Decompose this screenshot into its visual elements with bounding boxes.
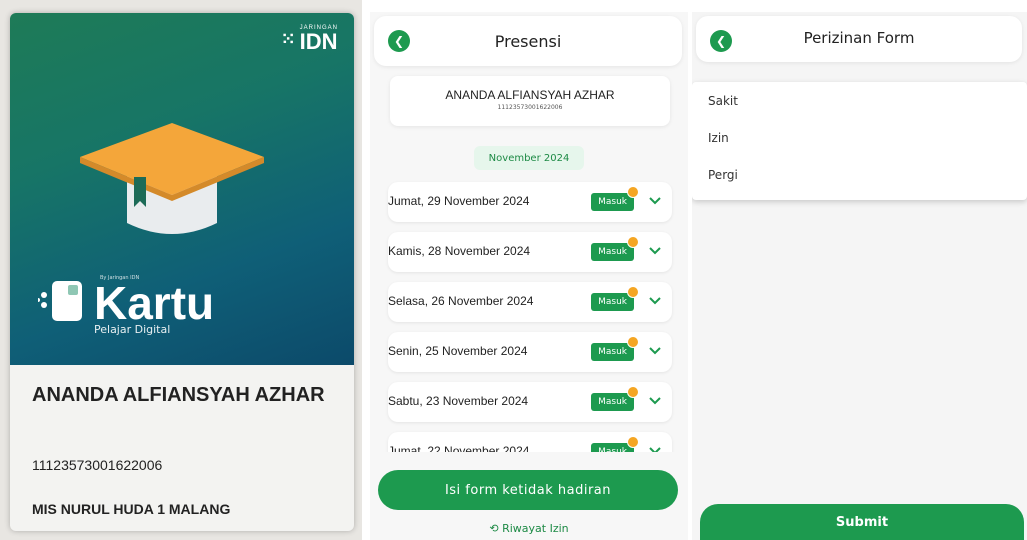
- attendance-item[interactable]: Jumat, 29 November 2024 Masuk: [388, 182, 672, 222]
- card-student-id: 11123573001622006: [32, 457, 163, 473]
- kartu-logo: By Jaringan IDN Kartu Pelajar Digital: [38, 275, 214, 336]
- presensi-header: ❮ Presensi: [374, 16, 682, 66]
- kartu-title: Kartu: [94, 277, 215, 329]
- history-icon: ⟲: [489, 522, 499, 535]
- attendance-date: Sabtu, 23 November 2024: [388, 394, 529, 408]
- absence-form-button[interactable]: Isi form ketidak hadiran: [378, 470, 678, 510]
- attendance-item[interactable]: Senin, 25 November 2024 Masuk: [388, 332, 672, 372]
- student-card: ⁙ JARINGAN IDN By Jaringan IDN Kartu Pel…: [10, 13, 354, 531]
- chevron-down-icon[interactable]: [648, 396, 662, 406]
- page-title: Perizinan Form: [803, 29, 915, 47]
- notification-dot-icon: [627, 236, 639, 248]
- card-header-gradient: ⁙ JARINGAN IDN By Jaringan IDN Kartu Pel…: [10, 13, 354, 365]
- history-link[interactable]: ⟲ Riwayat Izin: [370, 522, 688, 535]
- notification-dot-icon: [627, 336, 639, 348]
- month-selector[interactable]: November 2024: [474, 146, 584, 170]
- chevron-down-icon[interactable]: [648, 346, 662, 356]
- permission-type-dropdown: Sakit Izin Pergi: [692, 82, 1027, 200]
- attendance-date: Kamis, 28 November 2024: [388, 244, 531, 258]
- student-name: ANANDA ALFIANSYAH AZHAR: [445, 88, 615, 102]
- notification-dot-icon: [627, 436, 639, 448]
- kartu-subtitle: Pelajar Digital: [94, 323, 171, 336]
- graduation-cap-icon: [80, 123, 264, 234]
- presensi-screen: ❮ Presensi ANANDA ALFIANSYAH AZHAR 11123…: [370, 12, 688, 540]
- perizinan-header: ❮ Perizinan Form: [696, 16, 1022, 62]
- student-id: 11123573001622006: [497, 104, 563, 111]
- page-title: Presensi: [494, 32, 562, 51]
- history-link-label: Riwayat Izin: [502, 522, 569, 535]
- attendance-item[interactable]: Sabtu, 23 November 2024 Masuk: [388, 382, 672, 422]
- attendance-item[interactable]: Kamis, 28 November 2024 Masuk: [388, 232, 672, 272]
- notification-dot-icon: [627, 186, 639, 198]
- option-sakit[interactable]: Sakit: [692, 82, 1027, 119]
- attendance-list: Jumat, 29 November 2024 Masuk Kamis, 28 …: [388, 182, 672, 482]
- notification-dot-icon: [627, 386, 639, 398]
- idn-logo: ⁙ JARINGAN IDN: [281, 25, 338, 53]
- attendance-date: Selasa, 26 November 2024: [388, 294, 534, 308]
- kartu-mark-icon: [38, 281, 82, 321]
- option-pergi[interactable]: Pergi: [692, 156, 1027, 193]
- attendance-date: Senin, 25 November 2024: [388, 344, 528, 358]
- student-info-box: ANANDA ALFIANSYAH AZHAR 1112357300162200…: [390, 76, 670, 126]
- idn-dots-icon: ⁙: [280, 28, 296, 49]
- attendance-date: Jumat, 29 November 2024: [388, 194, 530, 208]
- card-school-name: MIS NURUL HUDA 1 MALANG: [32, 501, 231, 517]
- student-card-photo: ⁙ JARINGAN IDN By Jaringan IDN Kartu Pel…: [0, 0, 362, 540]
- chevron-down-icon[interactable]: [648, 196, 662, 206]
- notification-dot-icon: [627, 286, 639, 298]
- attendance-item[interactable]: Selasa, 26 November 2024 Masuk: [388, 282, 672, 322]
- option-izin[interactable]: Izin: [692, 119, 1027, 156]
- card-student-name: ANANDA ALFIANSYAH AZHAR: [32, 384, 325, 406]
- idn-logo-text: IDN: [299, 29, 338, 54]
- perizinan-screen: ❮ Perizinan Form Sakit Izin Pergi Submit: [692, 12, 1027, 540]
- kartu-by-text: By Jaringan IDN: [100, 275, 140, 281]
- chevron-down-icon[interactable]: [648, 246, 662, 256]
- submit-button[interactable]: Submit: [700, 504, 1024, 540]
- chevron-down-icon[interactable]: [648, 296, 662, 306]
